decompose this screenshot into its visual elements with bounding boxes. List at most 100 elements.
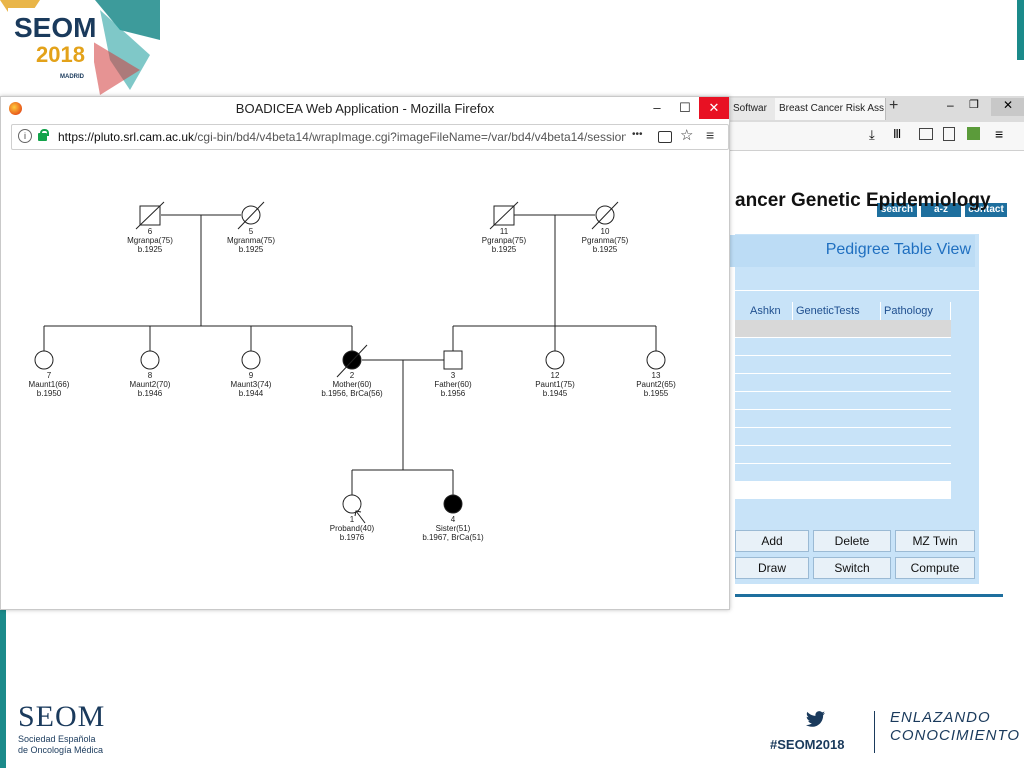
individual-id: 8 [148, 371, 153, 380]
table-row[interactable] [735, 428, 951, 446]
background-toolbar: ⤓ Ⅲ ≡ [729, 122, 1024, 151]
individual-name: Maunt2(70) [130, 380, 171, 389]
individual-id: 11 [500, 227, 509, 236]
bg-menu-icon[interactable]: ≡ [995, 126, 1003, 142]
table-row[interactable] [735, 356, 951, 374]
individual-birth: b.1944 [239, 389, 264, 398]
extension-icon[interactable] [967, 127, 980, 140]
individual-name: Sister(51) [436, 524, 471, 533]
pedigree-image-area: 6 Mgranpa(75) b.1925 5 Mgranma(75) b.192… [1, 155, 729, 609]
url-host: https://pluto.srl.cam.ac.uk [58, 130, 195, 144]
individual-birth: b.1925 [138, 245, 163, 254]
popup-titlebar: BOADICEA Web Application - Mozilla Firef… [1, 97, 729, 121]
male-symbol[interactable] [443, 350, 463, 370]
pedigree-symbols [34, 201, 666, 524]
individual-id: 13 [652, 371, 661, 380]
col-header-ashkn[interactable]: Ashkn [747, 302, 793, 320]
new-tab-button[interactable]: + [889, 97, 898, 115]
pedigree-diagram: 6 Mgranpa(75) b.1925 5 Mgranma(75) b.192… [29, 201, 676, 542]
compute-button[interactable]: Compute [895, 557, 975, 579]
bookmark-star-icon[interactable]: ☆ [680, 126, 693, 144]
library-icon[interactable]: Ⅲ [893, 127, 901, 141]
logo-city-text: MADRID [60, 74, 84, 80]
individual-name: Maunt3(74) [231, 380, 272, 389]
popup-title: BOADICEA Web Application - Mozilla Firef… [235, 101, 495, 116]
reader-icon[interactable] [943, 127, 955, 141]
bg-minimize-button[interactable]: – [947, 98, 954, 112]
individual-id: 3 [451, 371, 456, 380]
table-row[interactable] [735, 464, 951, 482]
logo-year-text: 2018 [36, 42, 85, 67]
col-header-pathology[interactable]: Pathology [881, 302, 951, 320]
info-icon[interactable]: i [18, 129, 32, 143]
minimize-button[interactable]: – [643, 97, 671, 119]
individual-id: 1 [350, 515, 355, 524]
panel-divider [735, 290, 979, 291]
mz-twin-button[interactable]: MZ Twin [895, 530, 975, 552]
page-actions-icon[interactable]: ••• [632, 129, 643, 140]
table-row[interactable] [735, 410, 951, 428]
lock-shackle-icon [40, 129, 49, 136]
slide-accent-bar-top [1017, 0, 1024, 60]
individual-birth: b.1945 [543, 389, 568, 398]
female-symbol[interactable] [545, 350, 565, 370]
female-symbol[interactable] [34, 350, 54, 370]
female-symbol[interactable] [241, 350, 261, 370]
bg-close-button[interactable]: ✕ [991, 98, 1024, 116]
close-button[interactable]: ✕ [699, 97, 729, 119]
tab-software[interactable]: Softwar [729, 98, 776, 120]
seom-society-logo: SEOM Sociedad Española de Oncología Médi… [18, 700, 138, 760]
individual-name: Mgranma(75) [227, 236, 275, 245]
individual-id: 6 [148, 227, 153, 236]
individual-name: Mother(60) [332, 380, 371, 389]
tab-breast-cancer-risk[interactable]: Breast Cancer Risk Ass [775, 98, 886, 120]
logo-seom-text: SEOM [14, 12, 97, 43]
table-row[interactable] [735, 374, 951, 392]
footer-society-line2: de Oncología Médica [18, 745, 104, 755]
menu-icon[interactable]: ≡ [706, 127, 714, 143]
proband-symbol[interactable] [342, 494, 362, 514]
individual-name: Proband(40) [330, 524, 375, 533]
individual-name: Paunt1(75) [535, 380, 575, 389]
individual-id: 12 [551, 371, 560, 380]
url-text[interactable]: https://pluto.srl.cam.ac.uk/cgi-bin/bd4/… [58, 125, 626, 149]
individual-id: 10 [601, 227, 610, 236]
table-row[interactable] [735, 338, 951, 356]
download-icon[interactable]: ⤓ [869, 127, 875, 143]
table-row[interactable] [735, 320, 951, 338]
table-row[interactable] [735, 392, 951, 410]
individual-name: Pgranma(75) [582, 236, 629, 245]
proband-arrow [355, 510, 366, 524]
slogan-line2: CONOCIMIENTO [890, 727, 1021, 744]
page-heading: ancer Genetic Epidemiology [735, 190, 991, 211]
individual-name: Pgranpa(75) [482, 236, 527, 245]
female-symbol[interactable] [646, 350, 666, 370]
individual-id: 7 [47, 371, 52, 380]
boadicea-popup-window: BOADICEA Web Application - Mozilla Firef… [0, 96, 730, 610]
add-button[interactable]: Add [735, 530, 809, 552]
background-browser-window: Softwar Breast Cancer Risk Ass + – ❐ ✕ ⤓… [728, 96, 1024, 608]
table-row[interactable] [735, 482, 951, 500]
individual-birth: b.1925 [492, 245, 517, 254]
female-affected-symbol[interactable] [443, 494, 463, 514]
individual-name: Paunt2(65) [636, 380, 676, 389]
female-symbol[interactable] [140, 350, 160, 370]
pocket-icon[interactable] [658, 131, 672, 143]
table-row[interactable] [735, 446, 951, 464]
delete-button[interactable]: Delete [813, 530, 891, 552]
bg-restore-button[interactable]: ❐ [969, 98, 979, 111]
footer-society-line1: Sociedad Española [18, 734, 96, 744]
maximize-button[interactable]: ☐ [671, 97, 699, 119]
seom-2018-logo: SEOM 2018 MADRID [0, 0, 160, 95]
individual-birth: b.1925 [239, 245, 264, 254]
switch-button[interactable]: Switch [813, 557, 891, 579]
col-header-genetic-tests[interactable]: GeneticTests [793, 302, 881, 320]
url-bar[interactable]: i https://pluto.srl.cam.ac.uk/cgi-bin/bd… [11, 124, 729, 150]
pedigree-table-title: Pedigree Table View [825, 241, 971, 258]
individual-birth: b.1950 [37, 389, 62, 398]
sidebar-icon[interactable] [919, 128, 933, 140]
individual-birth: b.1955 [644, 389, 669, 398]
draw-button[interactable]: Draw [735, 557, 809, 579]
background-tab-strip: Softwar Breast Cancer Risk Ass + – ❐ ✕ [729, 96, 1024, 122]
page-footer-line [735, 594, 1003, 597]
